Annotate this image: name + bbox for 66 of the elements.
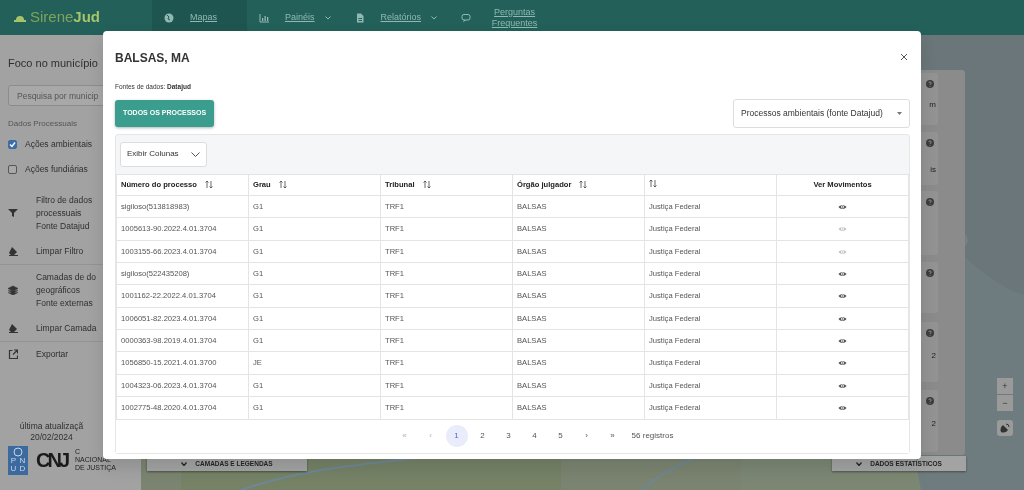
zoom-in-button[interactable]: +	[997, 378, 1013, 394]
record-count: 56 registros	[631, 430, 674, 443]
eye-icon[interactable]	[838, 360, 847, 367]
chevron-down-icon	[191, 151, 200, 157]
eye-icon[interactable]	[838, 382, 847, 389]
help-icon	[926, 397, 934, 405]
last-page-button[interactable]: »	[601, 425, 624, 448]
eraser-icon	[8, 323, 18, 333]
sidebar-link[interactable]: Limpar Camada	[36, 321, 97, 335]
chat-icon	[461, 12, 472, 23]
sidebar-link[interactable]: Exportar	[36, 347, 69, 361]
update-date: 20/02/2024	[29, 431, 74, 443]
siren-icon	[14, 13, 26, 22]
chart-icon	[259, 12, 269, 23]
page-button[interactable]: 1	[445, 425, 468, 448]
eye-icon[interactable]	[838, 203, 847, 210]
modal-title: BALSAS, MA	[115, 51, 190, 66]
help-icon	[926, 139, 934, 147]
stat-value: m	[929, 99, 936, 111]
pnud-logo: P N U D	[8, 445, 28, 475]
process-type-dropdown[interactable]: Processos ambientais (fonte Datajud)	[733, 98, 910, 128]
logo-text: SireneJud	[30, 7, 101, 28]
export-icon	[8, 349, 18, 359]
page-button[interactable]: 2	[471, 425, 494, 448]
sidebar-link[interactable]: Camadas de do geográficos Fonte externas	[36, 270, 96, 310]
eraser-icon	[8, 246, 18, 256]
columns-dropdown[interactable]: Exibir Colunas	[120, 141, 207, 167]
filter-icon	[8, 208, 18, 218]
caret-down-icon	[856, 461, 863, 466]
update-label: última atualizaçã	[18, 420, 85, 432]
eye-icon[interactable]	[838, 315, 847, 322]
nav-link[interactable]: Painéis	[247, 0, 343, 35]
help-icon	[926, 198, 934, 206]
page-button[interactable]: 4	[523, 425, 546, 448]
zoom-out-button[interactable]: −	[997, 395, 1013, 411]
sidebar-link[interactable]: Limpar Filtro	[36, 244, 84, 258]
satellite-button[interactable]	[997, 420, 1013, 436]
caret-down-icon	[181, 461, 188, 466]
cnj-logo: CNJ	[36, 449, 67, 471]
caret-icon	[897, 111, 902, 115]
layers-icon	[8, 285, 18, 295]
close-icon	[900, 52, 908, 61]
eye-icon[interactable]	[838, 405, 847, 412]
eye-icon[interactable]	[838, 293, 847, 300]
satellite-icon	[1000, 423, 1010, 433]
sidebar-link[interactable]: Filtro de dados processuais Fonte Datajud	[36, 193, 93, 233]
eye-icon[interactable]	[838, 338, 847, 345]
checkbox[interactable]	[8, 164, 17, 174]
checkbox[interactable]	[8, 139, 17, 149]
eye-icon[interactable]	[838, 270, 847, 277]
page-button[interactable]: 5	[549, 425, 572, 448]
nav-link[interactable]: Relatórios	[342, 0, 450, 35]
help-icon	[926, 269, 934, 277]
nav-link[interactable]: Perguntas Frequentes	[449, 0, 555, 35]
checkbox-label: Ações fundiárias	[25, 162, 88, 176]
help-icon	[926, 329, 934, 337]
stat-value: is	[930, 164, 936, 176]
globe-icon	[164, 12, 174, 23]
checkbox-label: Ações ambientais	[25, 138, 93, 151]
stat-value: 2	[931, 350, 936, 362]
section-label: Dados Processuais	[8, 118, 78, 130]
document-icon	[354, 12, 365, 23]
help-icon	[926, 80, 934, 88]
page-button[interactable]: 3	[497, 425, 520, 448]
stat-value: 2	[931, 418, 936, 430]
next-page-button[interactable]: ›	[575, 425, 598, 448]
